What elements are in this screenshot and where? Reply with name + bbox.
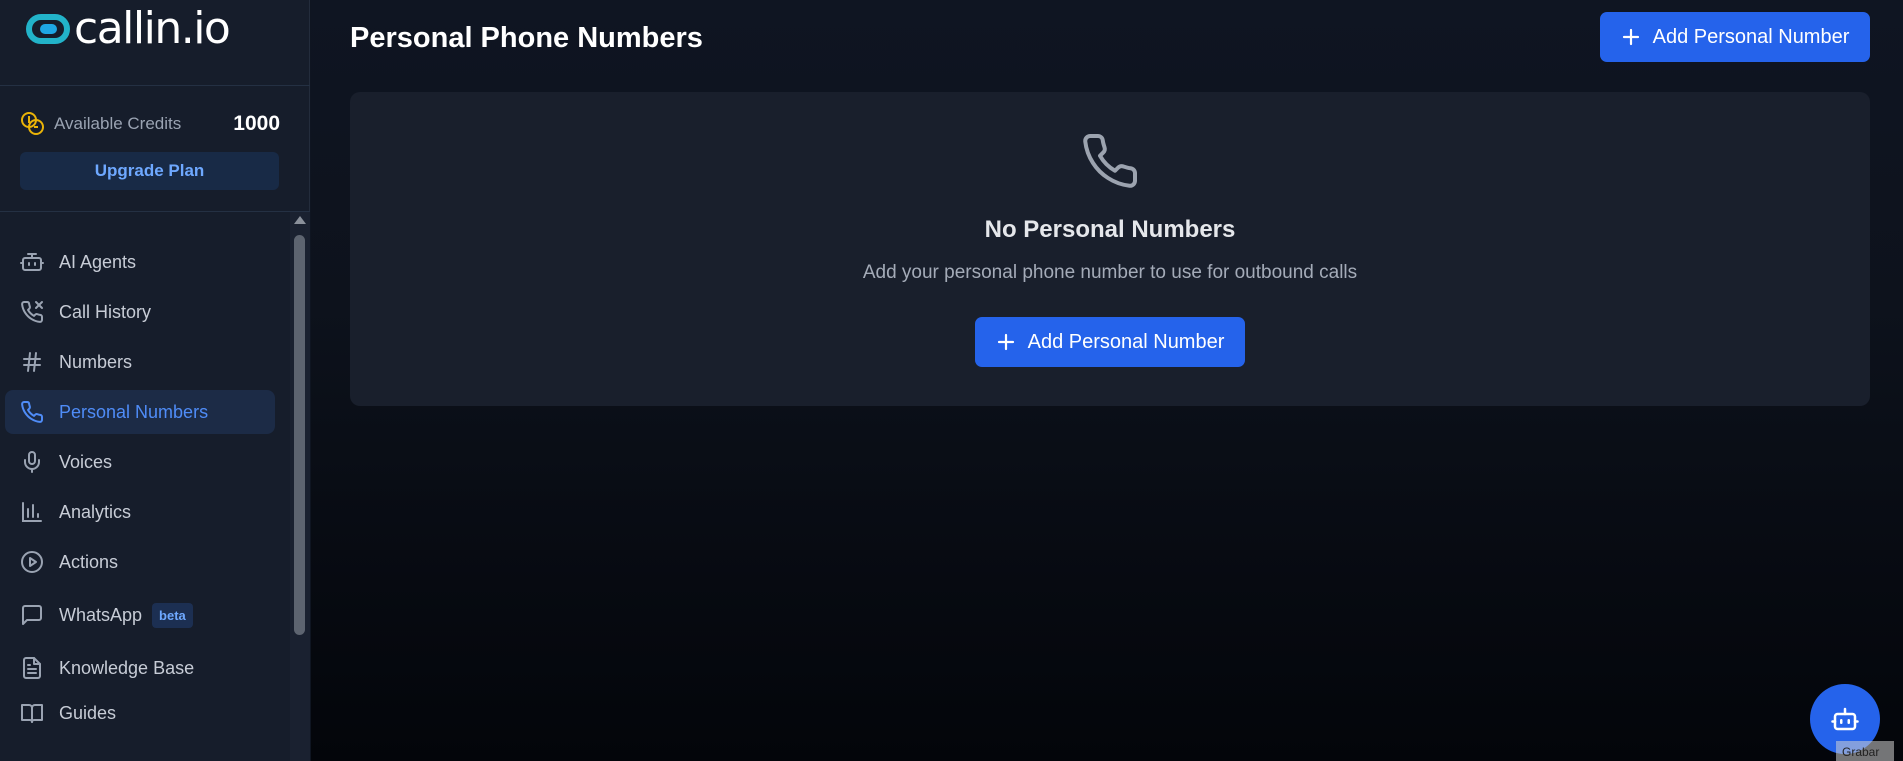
sidebar-item-label: Personal Numbers: [59, 401, 209, 422]
button-label: Add Personal Number: [1652, 25, 1850, 48]
sidebar-item-knowledge-base[interactable]: Knowledge Base: [5, 646, 275, 690]
robot-icon: [1831, 707, 1859, 731]
credits-value: 1000: [233, 112, 280, 135]
add-personal-number-button[interactable]: Add Personal Number: [1600, 12, 1870, 62]
plus-icon: [1622, 28, 1639, 46]
plus-icon: [997, 333, 1014, 351]
phone-icon: [19, 399, 45, 425]
logo-text: callin.io: [74, 3, 231, 54]
coins-icon: [21, 112, 44, 135]
credits-row: Available Credits 1000: [20, 110, 280, 138]
upgrade-plan-button[interactable]: Upgrade Plan: [20, 152, 279, 190]
sidebar-item-call-history[interactable]: Call History: [5, 290, 275, 334]
phone-history-icon: [19, 299, 45, 325]
empty-state-card: No Personal Numbers Add your personal ph…: [350, 92, 1870, 406]
sidebar-item-actions[interactable]: Actions: [5, 540, 275, 584]
sidebar-item-voices[interactable]: Voices: [5, 440, 275, 484]
empty-state-subtitle: Add your personal phone number to use fo…: [862, 262, 1358, 283]
microphone-icon: [19, 449, 45, 475]
sidebar-item-analytics[interactable]: Analytics: [5, 490, 275, 534]
add-personal-number-button[interactable]: Add Personal Number: [975, 317, 1245, 367]
sidebar-item-guides[interactable]: Guides: [5, 691, 275, 735]
chat-icon: [19, 602, 45, 628]
sidebar-item-label: Voices: [59, 451, 113, 472]
sidebar: callin.io Available Credits 1000 Upgrade…: [0, 0, 310, 761]
credits-label: Available Credits: [54, 114, 182, 133]
sidebar-item-label: Knowledge Base: [59, 657, 195, 678]
scroll-up-arrow-icon[interactable]: [294, 216, 306, 224]
sidebar-item-label: AI Agents: [59, 251, 137, 272]
phone-icon: [1083, 133, 1138, 188]
logo-icon: [26, 14, 70, 44]
sidebar-item-label: Actions: [59, 551, 119, 572]
bar-chart-icon: [19, 499, 45, 525]
scroll-thumb[interactable]: [294, 235, 305, 635]
sidebar-item-whatsapp[interactable]: WhatsApp beta: [5, 593, 275, 637]
sidebar-item-label: Guides: [59, 702, 117, 723]
main-content: Personal Phone Numbers Add Personal Numb…: [311, 0, 1903, 761]
sidebar-item-label: Numbers: [59, 351, 133, 372]
beta-badge: beta: [152, 602, 193, 628]
button-label: Add Personal Number: [1027, 330, 1225, 353]
book-icon: [19, 700, 45, 726]
sidebar-item-ai-agents[interactable]: AI Agents: [5, 240, 275, 284]
robot-icon: [19, 249, 45, 275]
sidebar-item-label: Analytics: [59, 501, 132, 522]
sidebar-divider: [0, 85, 310, 86]
document-icon: [19, 655, 45, 681]
page-title: Personal Phone Numbers: [350, 22, 703, 54]
sidebar-item-personal-numbers[interactable]: Personal Numbers: [5, 390, 275, 434]
sidebar-item-label: WhatsApp: [59, 604, 143, 625]
grabar-overlay-label[interactable]: Grabar: [1836, 741, 1894, 761]
empty-state-title: No Personal Numbers: [984, 216, 1236, 243]
logo[interactable]: callin.io: [26, 3, 231, 54]
sidebar-item-numbers[interactable]: Numbers: [5, 340, 275, 384]
hash-icon: [19, 349, 45, 375]
sidebar-item-label: Call History: [59, 301, 152, 322]
play-circle-icon: [19, 549, 45, 575]
sidebar-divider: [0, 211, 310, 212]
